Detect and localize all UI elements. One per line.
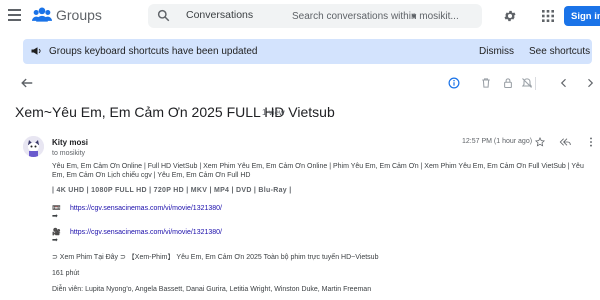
app-title[interactable]: Groups [56,7,102,23]
back-arrow-icon[interactable] [20,76,34,90]
mute-icon[interactable] [521,77,533,89]
dismiss-button[interactable]: Dismiss [479,46,514,57]
sign-in-button[interactable]: Sign in [564,6,600,26]
message-timestamp: 12:57 PM (1 hour ago) [462,138,533,145]
chevron-left-icon[interactable] [558,77,570,89]
groups-logo-icon[interactable] [32,6,52,24]
toolbar-divider [535,77,536,90]
more-vert-icon[interactable] [589,137,593,147]
see-shortcuts-button[interactable]: See shortcuts [529,46,590,57]
thread-subject: Xem~Yêu Em, Em Cảm Ơn 2025 FULL HD Viets… [15,104,335,120]
reply-all-icon[interactable] [559,137,571,147]
top-app-bar: Groups Conversations ▼ Sign in [0,0,600,32]
search-input[interactable] [292,7,474,25]
watch-line: ⊃ Xem Phim Tại Đây ⊃ 【Xem-Phim】 Yêu Em, … [52,254,379,261]
cast-list: Diễn viên: Lupita Nyong'o, Angela Basset… [52,286,372,293]
banner-message: Groups keyboard shortcuts have been upda… [49,46,258,57]
cat-avatar-icon [23,136,44,157]
shortcuts-banner: Groups keyboard shortcuts have been upda… [23,39,592,64]
camera-icon: 🎥➡ [52,229,61,244]
delete-icon[interactable] [480,77,492,89]
menu-icon[interactable] [8,9,21,21]
keyboard-icon [31,47,41,55]
sender-name[interactable]: Kity mosi [52,138,88,147]
star-icon[interactable] [535,137,545,147]
format-list: | 4K UHD | 1080P FULL HD | 720P HD | MKV… [52,187,292,194]
apps-grid-icon[interactable] [542,10,554,22]
search-bar: Conversations ▼ [148,4,482,28]
lock-icon[interactable] [502,77,514,89]
recipient: to mosikity [52,150,86,157]
duration: 161 phút [52,270,80,277]
movie-link[interactable]: https://cgv.sensacinemas.com/vi/movie/13… [70,229,222,236]
videotape-icon: 📼➡ [52,205,61,220]
avatar[interactable] [23,136,44,157]
message-paragraph: Yêu Em, Em Cảm Ơn Online | Full HD VietS… [52,163,584,179]
gear-icon[interactable] [503,9,517,23]
search-scope-select[interactable]: Conversations [186,9,253,21]
movie-link[interactable]: https://cgv.sensacinemas.com/vi/movie/13… [70,205,222,212]
search-icon[interactable] [157,9,170,22]
info-icon[interactable] [448,77,460,89]
view-count: 1 view [262,108,285,117]
chevron-right-icon[interactable] [584,77,596,89]
